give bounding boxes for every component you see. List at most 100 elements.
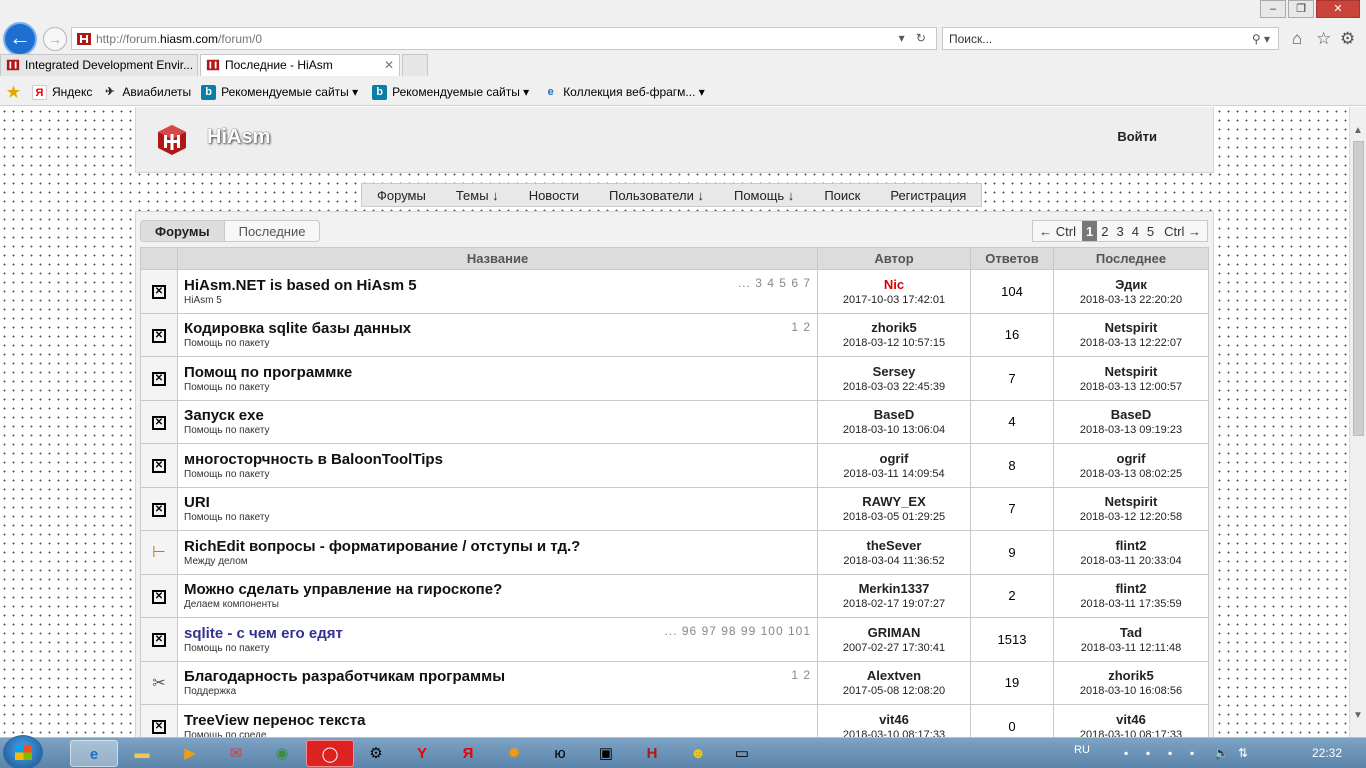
address-bar[interactable]: http://forum.hiasm.com/forum/0 ▾ ↻ xyxy=(71,27,937,50)
table-row[interactable]: ✕ URI Помощь по пакету RAWY_EX 2018-03-05 01… xyxy=(140,486,1209,531)
add-favorite-icon[interactable]: ★ xyxy=(6,85,26,100)
forward-button[interactable]: → xyxy=(43,27,67,51)
topic-pages[interactable]: 1 2 xyxy=(791,668,811,682)
maximize-button[interactable]: ❐ xyxy=(1288,0,1314,18)
scroll-up-icon[interactable]: ▲ xyxy=(1353,125,1363,136)
back-button[interactable]: ← xyxy=(3,22,37,56)
clock[interactable]: 22:32 xyxy=(1312,746,1342,760)
topic-forum[interactable]: Помощь по пакету xyxy=(184,469,817,480)
search-icon[interactable]: ⚲ ▾ xyxy=(1252,32,1270,46)
site-name[interactable]: HiAsm xyxy=(207,126,270,149)
topic-title[interactable]: Помощ по программке xyxy=(184,364,817,381)
language-indicator[interactable]: RU xyxy=(1074,744,1090,756)
table-row[interactable]: ✂ Благодарность разработчикам программы По… xyxy=(140,660,1209,705)
topic-forum[interactable]: Между делом xyxy=(184,556,817,567)
gear-icon[interactable]: ⚙ xyxy=(1340,29,1355,49)
last-user[interactable]: Tad xyxy=(1054,625,1208,640)
fav-avia[interactable]: ✈ Авиабилеты xyxy=(102,85,191,100)
home-icon[interactable]: ⌂ xyxy=(1292,29,1302,49)
table-row[interactable]: ✕ sqlite - с чем его едят Помощь по пакету… xyxy=(140,617,1209,662)
taskbar-yandex[interactable]: Y xyxy=(398,740,446,767)
fav-yandex[interactable]: Я Яндекс xyxy=(32,84,92,100)
pager-prev[interactable]: ← Ctrl xyxy=(1033,221,1082,241)
topic-forum[interactable]: Помощь по пакету xyxy=(184,382,817,393)
last-user[interactable]: vit46 xyxy=(1054,712,1208,727)
start-button[interactable] xyxy=(3,735,43,768)
last-date[interactable]: 2018-03-11 20:33:04 xyxy=(1054,555,1208,567)
pager-page-3[interactable]: 3 xyxy=(1112,221,1127,241)
nav-help[interactable]: Помощь ↓ xyxy=(719,184,809,206)
taskbar-tool[interactable]: ✹ xyxy=(490,740,538,767)
last-date[interactable]: 2018-03-11 12:11:48 xyxy=(1054,642,1208,654)
author-name[interactable]: vit46 xyxy=(818,712,970,727)
last-user[interactable]: Эдик xyxy=(1054,277,1208,292)
taskbar-network[interactable]: ▭ xyxy=(718,740,766,767)
last-date[interactable]: 2018-03-13 09:19:23 xyxy=(1054,424,1208,436)
table-row[interactable]: ✕ Можно сделать управление на гироскопе? Д… xyxy=(140,573,1209,618)
tray-icon[interactable]: ▪ xyxy=(1168,746,1172,760)
last-user[interactable]: ogrif xyxy=(1054,451,1208,466)
topic-forum[interactable]: Помощь по пакету xyxy=(184,338,817,349)
last-user[interactable]: Netspirit xyxy=(1054,364,1208,379)
taskbar-mail[interactable]: ✉ xyxy=(212,740,260,767)
table-row[interactable]: ✕ HiAsm.NET is based on HiAsm 5 HiAsm 5...… xyxy=(140,269,1209,314)
taskbar-explorer[interactable]: ▬ xyxy=(118,740,166,767)
pager-page-2[interactable]: 2 xyxy=(1097,221,1112,241)
tab-forums[interactable]: Форумы xyxy=(141,221,225,241)
last-date[interactable]: 2018-03-11 17:35:59 xyxy=(1054,598,1208,610)
topic-pages[interactable]: 1 2 xyxy=(791,320,811,334)
topic-forum[interactable]: Делаем компоненты xyxy=(184,599,817,610)
fav-recommended-1[interactable]: b Рекомендуемые сайты ▾ xyxy=(201,84,358,100)
close-tab-icon[interactable]: ✕ xyxy=(384,55,394,76)
taskbar-app[interactable]: ⚙ xyxy=(352,740,400,767)
topic-title[interactable]: Кодировка sqlite базы данных xyxy=(184,320,817,337)
nav-news[interactable]: Новости xyxy=(514,184,594,206)
pager-page-4[interactable]: 4 xyxy=(1128,221,1143,241)
topic-pages[interactable]: ... 96 97 98 99 100 101 xyxy=(665,624,811,638)
topic-title[interactable]: URI xyxy=(184,494,817,511)
favorites-star-icon[interactable]: ☆ xyxy=(1316,29,1331,49)
topic-title[interactable]: HiAsm.NET is based on HiAsm 5 xyxy=(184,277,817,294)
tray-icon[interactable]: ▪ xyxy=(1124,746,1128,760)
table-row[interactable]: ✕ Запуск exe Помощь по пакету BaseD 2018-03-… xyxy=(140,399,1209,444)
network-icon[interactable]: ⇅ xyxy=(1238,746,1248,760)
author-name[interactable]: GRIMAN xyxy=(818,625,970,640)
last-user[interactable]: Netspirit xyxy=(1054,320,1208,335)
tab-latest[interactable]: Последние - HiAsm ✕ xyxy=(200,54,400,76)
taskbar-ucoz[interactable]: ю xyxy=(536,740,584,767)
last-user[interactable]: BaseD xyxy=(1054,407,1208,422)
last-date[interactable]: 2018-03-13 22:20:20 xyxy=(1054,294,1208,306)
taskbar-ie[interactable]: e xyxy=(70,740,118,767)
topic-title[interactable]: RichEdit вопросы - форматирование / отст… xyxy=(184,538,817,555)
topic-title[interactable]: Запуск exe xyxy=(184,407,817,424)
nav-search[interactable]: Поиск xyxy=(809,184,875,206)
pager-page-1[interactable]: 1 xyxy=(1081,221,1098,241)
topic-forum[interactable]: Поддержка xyxy=(184,686,817,697)
taskbar-hiasm[interactable]: H xyxy=(628,740,676,767)
table-row[interactable]: ✕ Помощ по программке Помощь по пакету Sers… xyxy=(140,356,1209,401)
last-user[interactable]: flint2 xyxy=(1054,581,1208,596)
author-name[interactable]: BaseD xyxy=(818,407,970,422)
scroll-thumb[interactable] xyxy=(1353,141,1364,436)
search-box[interactable]: Поиск... ⚲ ▾ xyxy=(942,27,1279,50)
minimize-button[interactable]: – xyxy=(1260,0,1286,18)
last-date[interactable]: 2018-03-13 08:02:25 xyxy=(1054,468,1208,480)
table-row[interactable]: ✕ Кодировка sqlite базы данных Помощь по п… xyxy=(140,312,1209,357)
taskbar-terminal[interactable]: ▣ xyxy=(582,740,630,767)
last-user[interactable]: Netspirit xyxy=(1054,494,1208,509)
topic-title[interactable]: Благодарность разработчикам программы xyxy=(184,668,817,685)
topic-title[interactable]: Можно сделать управление на гироскопе? xyxy=(184,581,817,598)
nav-topics[interactable]: Темы ↓ xyxy=(441,184,514,206)
topic-forum[interactable]: Помощь по пакету xyxy=(184,425,817,436)
taskbar-emoji[interactable]: ☻ xyxy=(674,740,722,767)
fav-web-slices[interactable]: e Коллекция веб-фрагм... ▾ xyxy=(543,85,705,100)
fav-recommended-2[interactable]: b Рекомендуемые сайты ▾ xyxy=(372,84,529,100)
author-name[interactable]: zhorik5 xyxy=(818,320,970,335)
topic-forum[interactable]: Помощь по пакету xyxy=(184,643,817,654)
topic-forum[interactable]: HiAsm 5 xyxy=(184,295,817,306)
table-row[interactable]: ✕ TreeView перенос текста Помощь по среде v… xyxy=(140,704,1209,737)
refresh-icon[interactable]: ▾ ↻ xyxy=(899,31,930,45)
last-date[interactable]: 2018-03-12 12:20:58 xyxy=(1054,511,1208,523)
scroll-down-icon[interactable]: ▼ xyxy=(1353,710,1363,721)
last-date[interactable]: 2018-03-13 12:22:07 xyxy=(1054,337,1208,349)
